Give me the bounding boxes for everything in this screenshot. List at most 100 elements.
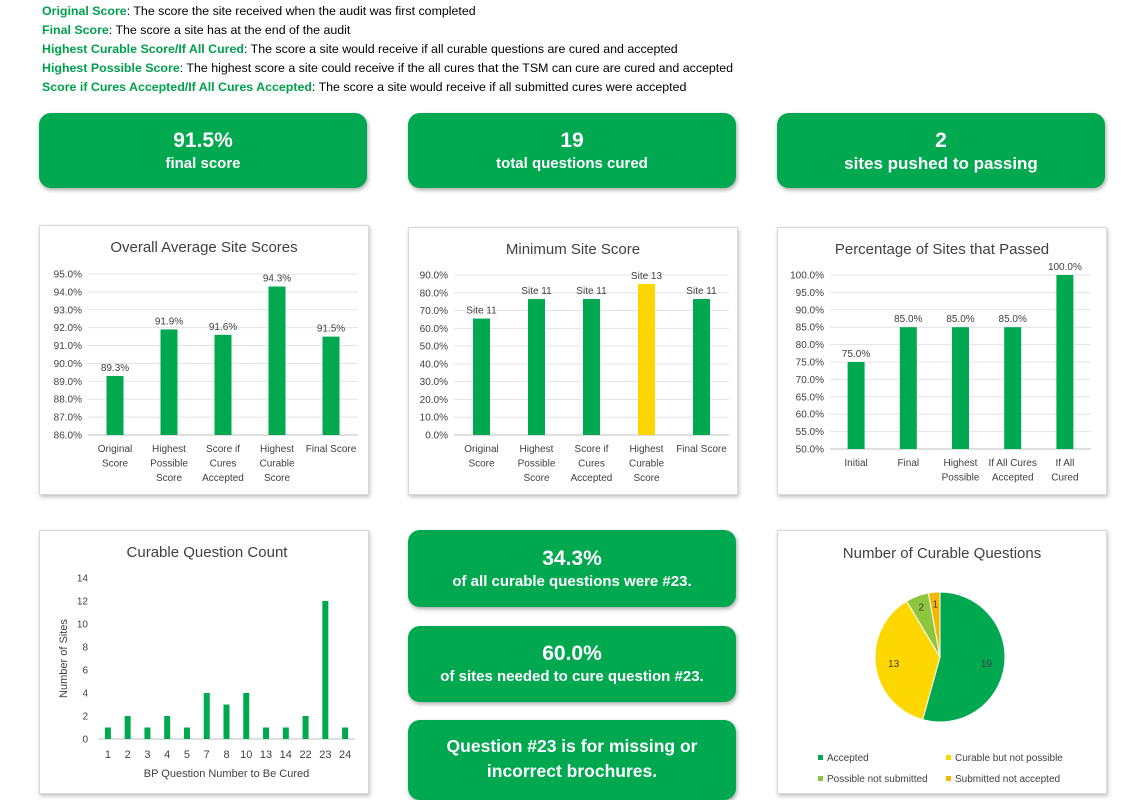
y-tick-label: 92.0% (54, 323, 82, 334)
bar (899, 327, 917, 449)
definitions-list: Original Score: The score the site recei… (42, 2, 733, 97)
y-tick-label: 90.0% (796, 305, 824, 316)
definition-term: Final Score (42, 23, 109, 37)
x-tick-label: 23 (319, 749, 331, 761)
kpi-label: of sites needed to cure question #23. (440, 668, 704, 685)
x-tick-label: Final (897, 458, 919, 469)
x-tick-label: 1 (105, 749, 111, 761)
legend-label: Accepted (827, 753, 869, 764)
x-tick-label: Curable (629, 459, 664, 470)
data-label: 94.3% (263, 274, 291, 285)
y-tick-label: 0 (82, 735, 88, 746)
bar (322, 601, 329, 739)
average-scores-svg: Overall Average Site Scores 86.0% 87.0% 88.… (54, 239, 358, 484)
y-tick-label: 65.0% (796, 392, 824, 403)
definition-row: Highest Possible Score: The highest scor… (42, 59, 733, 78)
bar (638, 283, 655, 435)
y-tick-label: 10.0% (420, 413, 448, 424)
x-tick-label: Original (98, 444, 132, 455)
definition-term: Original Score (42, 4, 127, 18)
x-tick-label: Highest (260, 444, 294, 455)
bar (104, 727, 111, 739)
chart-title: Number of Curable Questions (843, 545, 1041, 562)
legend-swatch (818, 776, 823, 781)
bar (243, 693, 250, 739)
bar (342, 727, 349, 739)
bar (223, 704, 230, 739)
bar (1056, 275, 1074, 449)
x-tick-label: 22 (299, 749, 311, 761)
y-tick-label: 70.0% (420, 306, 448, 317)
y-tick-label: 60.0% (420, 324, 448, 335)
bar (583, 299, 600, 435)
x-tick-label: Possible (942, 473, 980, 484)
definition-text: : The score a site has at the end of the… (108, 23, 351, 37)
chart-title: Curable Question Count (127, 544, 289, 561)
x-tick-label: Cured (1051, 473, 1078, 484)
x-tick-label: Accepted (202, 473, 244, 484)
x-tick-label: Cures (578, 459, 605, 470)
bar (268, 286, 286, 435)
x-tick-label: Highest (630, 444, 664, 455)
definition-text: : The score a site would receive if all … (243, 42, 678, 56)
kpi-value: 19 (560, 128, 584, 152)
x-tick-label: Highest (520, 444, 554, 455)
x-tick-label: Original (464, 444, 498, 455)
y-tick-label: 88.0% (54, 395, 82, 406)
y-tick-label: 0.0% (425, 431, 448, 442)
chart-percent-passed: Percentage of Sites that Passed 50.0% 55.0… (777, 227, 1107, 495)
x-tick-label: Score if (206, 444, 240, 455)
y-tick-label: 14 (77, 574, 89, 585)
x-tick-label: 10 (240, 749, 252, 761)
x-tick-label: 24 (339, 749, 351, 761)
x-tick-label: Curable (259, 459, 294, 470)
bar (1004, 327, 1022, 449)
chart-curable-pie: Number of Curable Questions 19 13 2 1 Accepte… (777, 530, 1107, 794)
y-tick-label: 91.0% (54, 341, 82, 352)
y-tick-label: 86.0% (54, 431, 82, 442)
bar (124, 716, 131, 739)
y-tick-label: 89.0% (54, 377, 82, 388)
kpi-value: 34.3% (542, 546, 602, 570)
data-label: 91.6% (209, 322, 237, 333)
x-tick-label: Highest (152, 444, 186, 455)
kpi-value: 91.5% (173, 128, 233, 152)
data-label: Site 11 (576, 286, 607, 297)
chart-title: Overall Average Site Scores (110, 239, 297, 256)
x-tick-label: Score (102, 459, 129, 470)
x-tick-label: 13 (260, 749, 272, 761)
definition-row: Highest Curable Score/If All Cured: The … (42, 40, 733, 59)
curable-count-svg: Curable Question Count024681012141 2 3 4 5 7 8… (58, 544, 355, 780)
bar (282, 727, 289, 739)
definition-text: : The score the site received when the a… (126, 4, 476, 18)
y-tick-label: 60.0% (796, 410, 824, 421)
y-tick-label: 12 (77, 597, 89, 608)
bar (183, 727, 190, 739)
chart-curable-count: Curable Question Count 0 2 4 6 8 10 12 14 1 2 3 4 5 7 8… (39, 530, 369, 794)
bar (952, 327, 969, 449)
x-tick-label: Score if (575, 444, 609, 455)
kpi-pct-curable-23: 34.3% of all curable questions were #23. (408, 530, 736, 607)
x-tick-label: Possible (150, 459, 188, 470)
pie-data-label: 19 (981, 659, 993, 670)
definition-text: : The score a site would receive if all … (311, 80, 687, 94)
kpi-value: 2 (935, 128, 947, 152)
bar (164, 716, 171, 739)
data-label: 100.0% (1048, 262, 1082, 273)
y-tick-label: 6 (82, 666, 88, 677)
data-label: Site 13 (631, 271, 663, 282)
kpi-value: 60.0% (542, 642, 602, 665)
x-tick-label: Accepted (992, 473, 1034, 484)
definition-term: Highest Curable Score/If All Cured (42, 42, 244, 56)
x-tick-label: Score (633, 473, 660, 484)
x-tick-label: Score (523, 473, 550, 484)
data-label: 89.3% (101, 363, 129, 374)
percent-passed-svg: Percentage of Sites that Passed 50.0% 55.0… (790, 241, 1091, 484)
x-tick-label: Score (156, 473, 183, 484)
pie-data-label: 2 (918, 603, 924, 614)
x-tick-label: 14 (280, 749, 292, 761)
y-tick-label: 75.0% (796, 358, 824, 369)
y-tick-label: 95.0% (54, 270, 82, 281)
data-label: Site 11 (521, 286, 552, 297)
y-tick-label: 93.0% (54, 305, 82, 316)
